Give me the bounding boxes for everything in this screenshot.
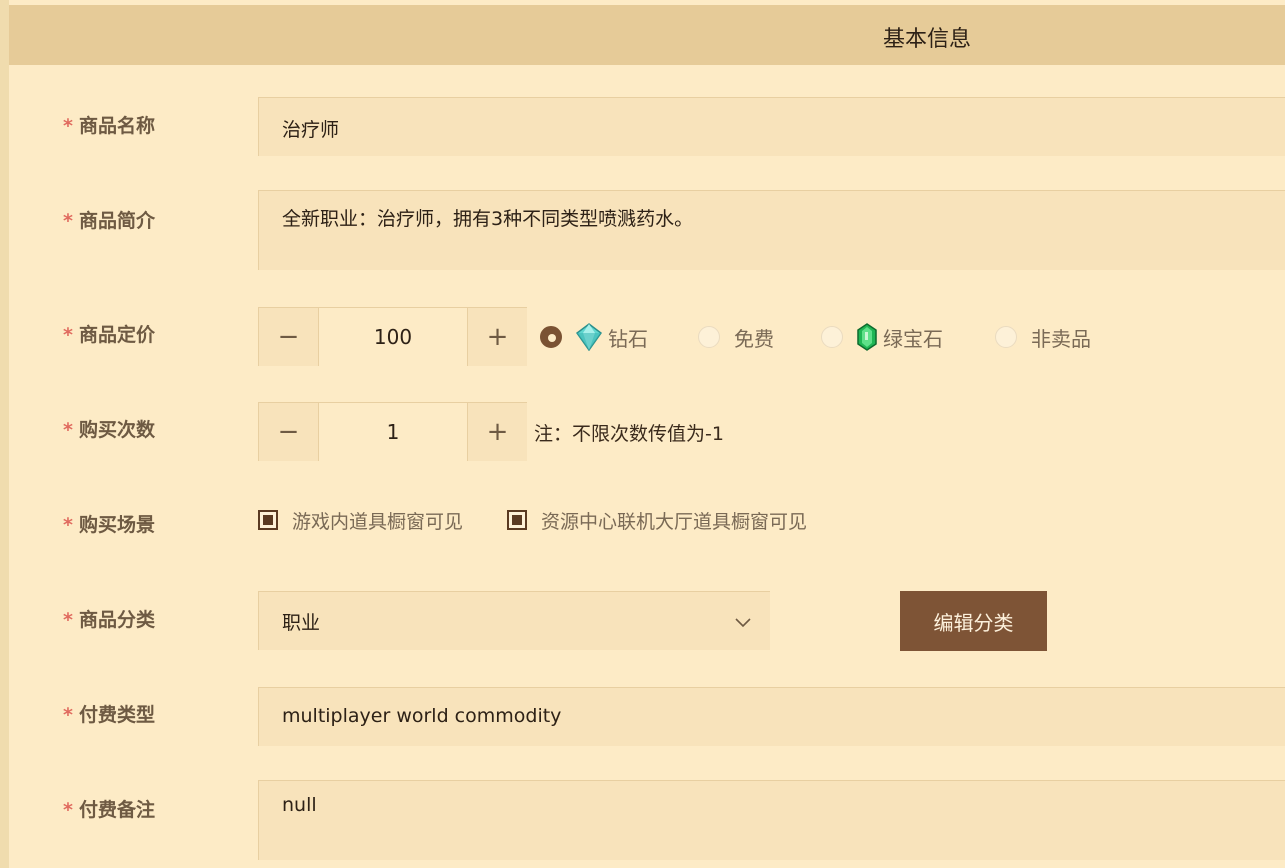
intro-textarea[interactable]: 全新职业：治疗师，拥有3种不同类型喷溅药水。: [258, 190, 1285, 270]
intro-textarea-value: 全新职业：治疗师，拥有3种不同类型喷溅药水。: [282, 208, 694, 230]
radio-dot: [995, 326, 1017, 348]
count-decrement-button[interactable]: −: [259, 403, 319, 461]
price-decrement-button[interactable]: −: [259, 308, 319, 366]
pay-type-input[interactable]: multiplayer world commodity: [258, 687, 1285, 746]
radio-label: 钻石: [608, 326, 648, 351]
checkbox-label: 游戏内道具橱窗可见: [292, 510, 464, 533]
checkbox-box: [507, 510, 527, 530]
radio-label: 免费: [734, 326, 774, 351]
pay-type-value: multiplayer world commodity: [282, 705, 562, 727]
name-input[interactable]: 治疗师: [258, 97, 1285, 156]
category-select-value: 职业: [282, 612, 321, 634]
checkbox-in-game-shop[interactable]: 游戏内道具橱窗可见: [258, 507, 463, 533]
checkbox-box: [258, 510, 278, 530]
form-panel: 基本信息 * 商品名称 治疗师 * 商品简介 全新职业：治疗师，拥有3种不同类型喷溅…: [9, 0, 1285, 868]
label-pay-type: * 付费类型: [63, 704, 155, 726]
radio-free[interactable]: 免费: [698, 322, 774, 352]
label-name: * 商品名称: [63, 115, 155, 137]
radio-dot: [540, 326, 562, 348]
label-purchase-count: * 购买次数: [63, 419, 155, 441]
emerald-icon: [857, 323, 877, 351]
edit-category-button[interactable]: 编辑分类: [900, 591, 1047, 651]
price-increment-button[interactable]: +: [467, 308, 527, 366]
radio-diamond[interactable]: 钻石: [540, 322, 648, 352]
chevron-down-icon: [735, 618, 751, 628]
radio-not-for-sale[interactable]: 非卖品: [995, 322, 1091, 352]
label-intro: * 商品简介: [63, 210, 155, 232]
section-title: 基本信息: [883, 27, 972, 52]
name-input-value: 治疗师: [282, 119, 340, 141]
checkbox-label: 资源中心联机大厅道具橱窗可见: [541, 510, 808, 533]
count-increment-button[interactable]: +: [467, 403, 527, 461]
price-value[interactable]: 100: [319, 308, 467, 366]
radio-emerald[interactable]: 绿宝石: [821, 322, 943, 352]
pay-note-value: null: [282, 794, 317, 816]
pay-note-textarea[interactable]: null: [258, 780, 1285, 860]
purchase-count-stepper: − 1 +: [258, 402, 527, 461]
required-mark: *: [63, 115, 73, 137]
label-category: * 商品分类: [63, 609, 155, 631]
category-select[interactable]: 职业: [258, 591, 770, 650]
checkbox-resource-center-lobby[interactable]: 资源中心联机大厅道具橱窗可见: [507, 507, 807, 533]
section-header: 基本信息: [9, 5, 1285, 65]
radio-label: 非卖品: [1031, 326, 1091, 351]
price-stepper: − 100 +: [258, 307, 527, 366]
label-pay-note: * 付费备注: [63, 799, 155, 821]
label-purchase-scene: * 购买场景: [63, 514, 155, 536]
radio-dot: [821, 326, 843, 348]
radio-label: 绿宝石: [883, 326, 943, 351]
label-price: * 商品定价: [63, 324, 155, 346]
diamond-icon: [576, 323, 602, 351]
radio-dot: [698, 326, 720, 348]
count-value[interactable]: 1: [319, 403, 467, 461]
purchase-count-note: 注：不限次数传值为-1: [534, 423, 724, 445]
